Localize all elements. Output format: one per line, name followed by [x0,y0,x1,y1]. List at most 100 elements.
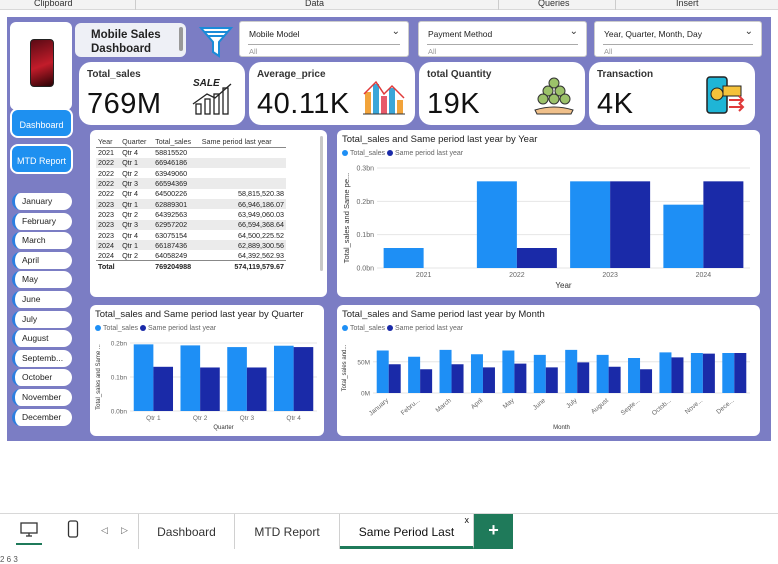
table-cell: 64500226 [155,189,188,199]
ribbon-separator [135,0,136,10]
bar-total-sales[interactable] [180,345,201,411]
bar-same-period[interactable] [545,367,558,393]
kpi-title: Total_sales [87,69,141,80]
month-item[interactable]: April [12,251,72,269]
month-item[interactable]: October [12,369,72,387]
bar-same-period[interactable] [608,366,621,393]
bar-same-period[interactable] [420,369,433,393]
slicer-value: All [604,47,613,56]
ribbon-clipboard[interactable]: Clipboard [34,0,73,8]
bar-same-period[interactable] [610,181,651,268]
bar-total-sales[interactable] [273,345,294,411]
chevron-down-icon[interactable]: ⌄ [570,26,578,37]
table-cell: 63949060 [155,168,188,178]
bar-same-period[interactable] [482,367,495,393]
month-item[interactable]: August [12,330,72,348]
bar-total-sales[interactable] [596,354,609,393]
y-tick-label: 0M [361,391,370,398]
bar-total-sales[interactable] [533,354,546,393]
bar-total-sales[interactable] [476,181,517,268]
bar-total-sales[interactable] [502,350,515,394]
sheet-tab-mtd-report[interactable]: MTD Report [235,514,340,549]
bar-total-sales[interactable] [439,349,452,393]
table-row: 2022 Qtr 2 63949060 [96,168,286,178]
bar-same-period[interactable] [516,248,557,268]
bar-total-sales[interactable] [565,349,578,393]
month-item[interactable]: Septemb... [12,349,72,367]
table-cell: 2022 [98,189,114,199]
slicer-label: Payment Method [428,29,493,39]
bar-total-sales[interactable] [663,204,704,268]
kpi-card-average-price: Average_price 40.11K [249,62,415,125]
month-item[interactable]: November [12,389,72,406]
x-tick-label: Qtr 1 [146,415,161,422]
add-sheet-button[interactable]: + [474,514,513,549]
table-scrollbar[interactable] [320,136,323,271]
close-tab-icon[interactable]: x [465,502,470,539]
ribbon-bar: Clipboard Data Queries Insert [0,0,778,10]
kpi-value: 769M [87,88,162,120]
column-header[interactable]: Year [96,136,121,148]
slicer-payment-method[interactable]: Payment Method ⌄ All [418,21,587,57]
kpi-title: Average_price [257,69,326,80]
table-cell: Total [96,260,121,272]
bar-total-sales[interactable] [722,353,735,393]
bar-same-period[interactable] [577,362,590,393]
column-header[interactable]: Quarter [120,136,154,148]
desktop-view-icon[interactable] [20,522,38,538]
ribbon-data[interactable]: Data [305,0,324,8]
bar-same-period[interactable] [153,366,174,411]
bar-total-sales[interactable] [659,352,672,393]
bar-same-period[interactable] [703,181,744,268]
bar-total-sales[interactable] [628,358,641,393]
bar-same-period[interactable] [388,364,401,393]
month-item[interactable]: July [12,310,72,328]
bar-same-period[interactable] [514,363,527,393]
bar-total-sales[interactable] [133,344,154,411]
bar-total-sales[interactable] [376,350,389,394]
chevron-down-icon[interactable]: ⌄ [745,26,753,37]
nav-dashboard-button[interactable]: Dashboard [10,108,73,138]
column-header[interactable]: Total_sales [153,136,200,148]
slicer-value: All [249,47,258,56]
bar-same-period[interactable] [702,353,715,393]
bar-same-period[interactable] [451,364,464,393]
column-header[interactable]: Same period last year [199,136,286,148]
mobile-view-icon[interactable] [67,520,79,538]
slicer-mobile-model[interactable]: Mobile Model ⌄ All [239,21,409,57]
bar-same-period[interactable] [246,367,267,411]
bar-total-sales[interactable] [227,347,247,411]
month-item[interactable]: December [12,408,72,426]
bar-same-period[interactable] [734,353,747,393]
title-scrollbar[interactable] [179,27,183,51]
bar-same-period[interactable] [671,357,684,393]
slicer-date[interactable]: Year, Quarter, Month, Day ⌄ All [594,21,762,57]
nav-mtd-report-button[interactable]: MTD Report [10,144,73,174]
ribbon-insert[interactable]: Insert [676,0,699,8]
bar-total-sales[interactable] [408,356,421,393]
chart-by-quarter: Total_sales and Same period last year by… [90,305,324,436]
sheet-tab-same-period-last[interactable]: Same Period Last x [340,514,474,549]
x-tick-label: Octob... [651,397,673,417]
ribbon-queries[interactable]: Queries [538,0,570,8]
sheet-tab-dashboard[interactable]: Dashboard [138,514,235,549]
bar-same-period[interactable] [640,369,653,393]
prev-sheet-icon[interactable]: ◁ [101,525,108,536]
ribbon-separator [498,0,499,10]
bar-total-sales[interactable] [690,353,703,393]
bar-total-sales[interactable] [570,181,611,268]
table-cell: 2022 [96,178,121,189]
bar-same-period[interactable] [293,347,314,411]
table-cell: 2024 [96,240,121,251]
bar-total-sales[interactable] [383,248,424,268]
month-item[interactable]: January [12,193,72,210]
chart-svg: 0.0bn 0.1bn 0.2bn 0.3bn 2021 2022 2023 2024 Year… [342,166,750,290]
bar-total-sales[interactable] [470,354,483,393]
month-item[interactable]: June [12,291,72,308]
month-item[interactable]: March [12,232,72,250]
next-sheet-icon[interactable]: ▷ [121,525,128,536]
month-item[interactable]: February [12,212,72,230]
chevron-down-icon[interactable]: ⌄ [392,26,400,37]
month-item[interactable]: May [12,271,72,289]
bar-same-period[interactable] [200,367,220,411]
